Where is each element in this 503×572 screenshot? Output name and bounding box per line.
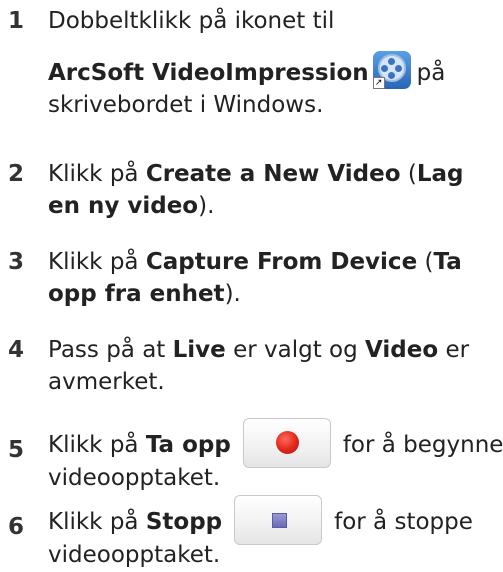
step-text: Klikk på Create a New Video (Lag en ny v… [48, 158, 501, 222]
translation-part-2: opp fra enhet [48, 281, 225, 307]
step-5-after: for å begynne [342, 432, 503, 458]
step-4-line1: Pass på at Live er valgt og Video er [48, 334, 501, 366]
step-4-mid: er valgt og [225, 337, 366, 363]
step-2-pre: Klikk på [48, 161, 146, 187]
step-number: 1 [8, 8, 25, 34]
live-label: Live [172, 337, 226, 363]
step-text: Klikk på Capture From Device (Ta opp fra… [48, 246, 501, 310]
arcsoft-videoimpression-icon: ↗ [372, 51, 411, 89]
step-2-line2: en ny video). [48, 190, 501, 222]
step-6-after: for å stoppe [334, 509, 473, 535]
step-4-line2: avmerket. [48, 369, 165, 395]
step-number: 3 [8, 249, 25, 275]
capture-from-device-label: Capture From Device [145, 249, 418, 275]
shortcut-arrow-icon: ↗ [372, 77, 385, 89]
step-3-line1: Klikk på Capture From Device (Ta [48, 246, 501, 278]
step-text: Klikk på Ta opp for å begynne videoopptak… [48, 418, 503, 494]
translation-part-1: Ta [433, 249, 462, 275]
step-1-after-icon: på [416, 60, 446, 86]
step-text: Dobbeltklikk på ikonet til ArcSoft Video… [48, 5, 501, 121]
step-6-pre: Klikk på [48, 509, 146, 535]
step-1-intro: Dobbeltklikk på ikonet til [48, 8, 335, 34]
step-number: 2 [8, 161, 25, 187]
stop-button [234, 495, 323, 545]
translation-part-2: en ny video [48, 193, 199, 219]
step-text: Klikk på Stopp for å stoppe videoopptaket… [48, 495, 501, 571]
create-new-video-label: Create a New Video [145, 161, 401, 187]
stop-label: Stopp [145, 509, 223, 535]
step-2-line1: Klikk på Create a New Video (Lag [48, 158, 501, 190]
step-3-line2: opp fra enhet). [48, 278, 501, 310]
record-button [242, 418, 331, 468]
video-label: Video [365, 337, 439, 363]
record-icon [275, 431, 299, 454]
app-name: ArcSoft VideoImpression [48, 60, 369, 86]
step-3-mid: ( [417, 249, 434, 275]
step-3-pre: Klikk på [48, 249, 146, 275]
translation-part-1: Lag [416, 161, 464, 187]
step-5-pre: Klikk på [48, 432, 146, 458]
step-2-mid: ( [400, 161, 417, 187]
record-label: Ta opp [145, 432, 231, 458]
step-3-post: ). [224, 281, 241, 307]
step-1-line3: skrivebordet i Windows. [48, 92, 324, 118]
stop-icon [272, 513, 288, 528]
step-number: 5 [8, 437, 25, 463]
step-1-app-line: ArcSoft VideoImpression ↗ på [48, 51, 501, 89]
step-4-post: er [438, 337, 470, 363]
step-text: Pass på at Live er valgt og Video er avm… [48, 334, 501, 398]
step-number: 6 [8, 514, 25, 540]
step-4-pre: Pass på at [48, 337, 173, 363]
step-number: 4 [8, 337, 25, 363]
step-2-post: ). [198, 193, 215, 219]
